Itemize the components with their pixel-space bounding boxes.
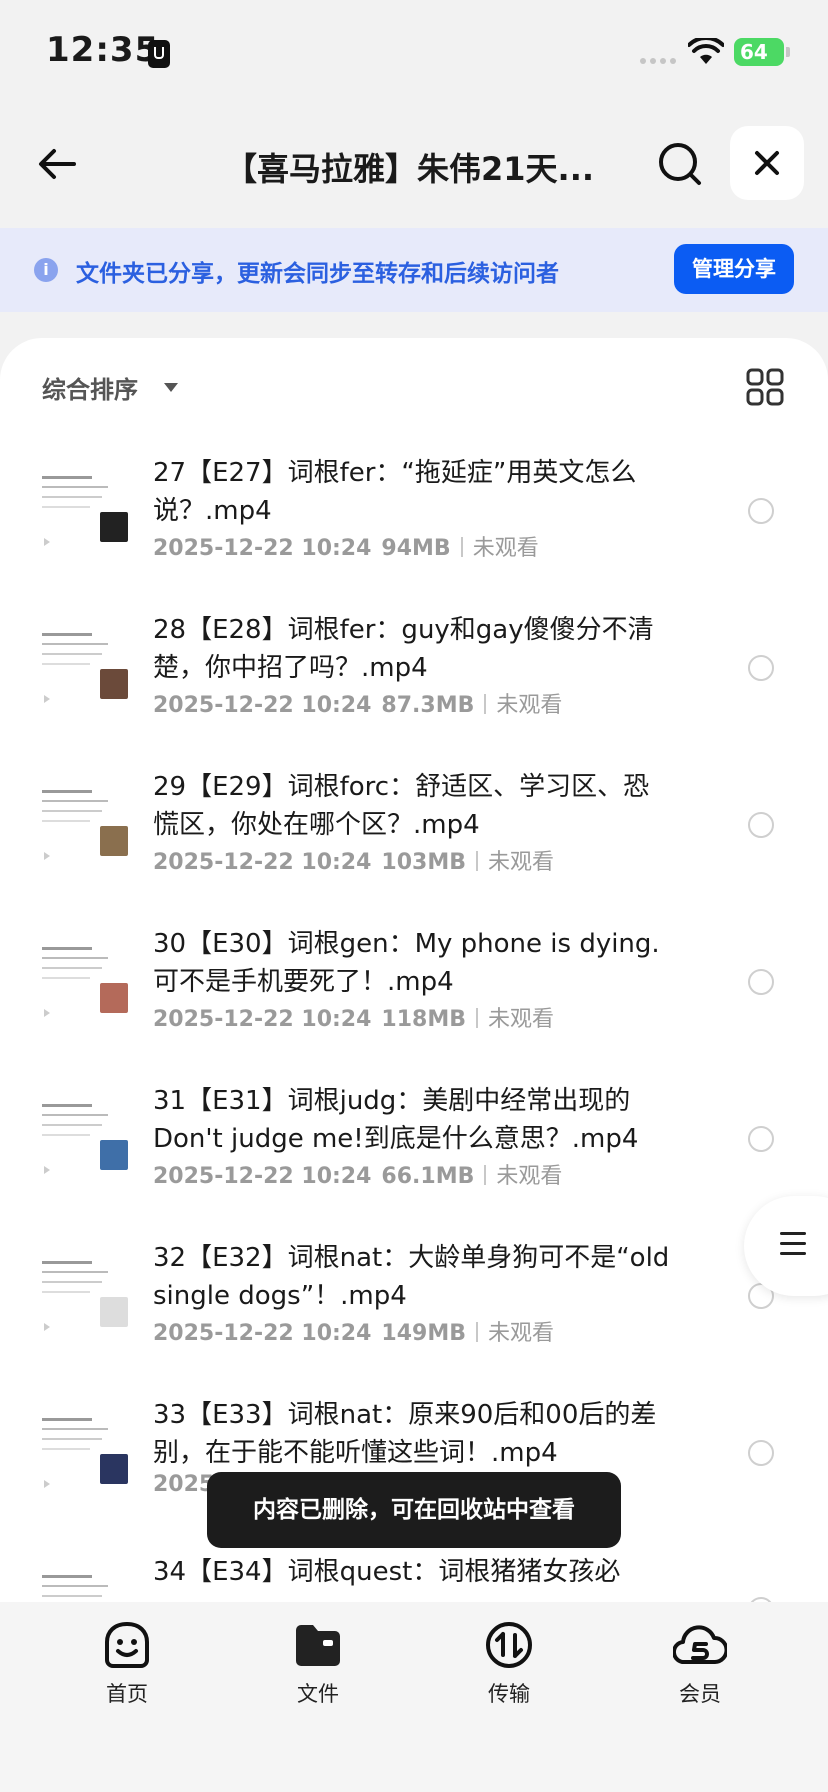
video-thumbnail [42,466,128,554]
select-radio[interactable] [748,812,774,838]
file-row[interactable]: 30【E30】词根gen：My phone is dying.可不是手机要死了！… [0,909,828,1066]
transfer-icon [486,1622,532,1668]
divider [476,1322,479,1342]
search-icon[interactable] [656,140,704,188]
file-meta: 2025-12-22 10:24 118MB 未观看 [153,1001,554,1033]
tab-label: 首页 [106,1682,148,1706]
divider [460,537,463,557]
watch-status: 未观看 [488,850,555,875]
manage-share-button[interactable]: 管理分享 [674,244,794,294]
sort-dropdown[interactable]: 综合排序 [42,370,138,405]
divider [484,694,487,714]
file-name: 29【E29】词根forc：舒适区、学习区、恐慌区，你处在哪个区？.mp4 [153,772,650,840]
file-name: 32【E32】词根nat：大龄单身狗可不是“old single dogs”！.… [153,1243,670,1311]
file-date: 2025-12-22 10:24 [153,1321,372,1346]
watch-status: 未观看 [496,1164,563,1189]
tab-label: 文件 [297,1682,339,1706]
menu-icon [780,1232,806,1256]
caret-down-icon[interactable] [164,383,178,392]
file-name: 33【E33】词根nat：原来90后和00后的差别，在于能不能听懂这些词！.mp… [153,1400,657,1468]
file-size: 66.1MB [381,1164,475,1189]
thumbnail-image [100,512,128,542]
folder-icon [296,1625,340,1666]
file-meta: 2025-12-22 10:24 87.3MB 未观看 [153,687,562,719]
close-icon [755,151,779,175]
select-radio[interactable] [748,655,774,681]
select-radio[interactable] [748,1440,774,1466]
clock: 12:35 [46,30,160,70]
cell-signal-icon [640,58,676,64]
file-meta: 2025-12-22 10:24 149MB 未观看 [153,1315,554,1347]
vip-cloud-icon [673,1625,727,1665]
file-row[interactable]: 31【E31】词根judg：美剧中经常出现的Don't judge me!到底是… [0,1066,828,1223]
watch-status: 未观看 [472,536,539,561]
file-row[interactable]: 27【E27】词根fer：“拖延症”用英文怎么说？.mp4 2025-12-22… [0,438,828,595]
share-notice-text: 文件夹已分享，更新会同步至转存和后续访问者 [76,261,559,287]
file-name: 30【E30】词根gen：My phone is dying.可不是手机要死了！… [153,929,660,997]
file-date: 2025-12-22 10:24 [153,693,372,718]
file-name: 28【E28】词根fer：guy和gay傻傻分不清楚，你中招了吗？.mp4 [153,615,654,683]
share-notice-banner: i 文件夹已分享，更新会同步至转存和后续访问者 管理分享 [0,228,828,312]
thumbnail-image [100,983,128,1013]
tab-files[interactable]: 文件 [258,1620,378,1708]
thumbnail-image [100,1454,128,1484]
video-thumbnail [42,780,128,868]
thumbnail-image [100,1297,128,1327]
file-meta: 2025-12-22 10:24 103MB 未观看 [153,844,554,876]
video-thumbnail [42,937,128,1025]
header: 【喜马拉雅】朱伟21天... [0,100,828,228]
file-name: 27【E27】词根fer：“拖延症”用英文怎么说？.mp4 [153,458,637,526]
file-row[interactable]: 28【E28】词根fer：guy和gay傻傻分不清楚，你中招了吗？.mp4 20… [0,595,828,752]
thumbnail-image [100,826,128,856]
watch-status: 未观看 [488,1321,555,1346]
back-arrow-icon[interactable] [34,140,82,188]
thumbnail-image [100,669,128,699]
select-radio[interactable] [748,969,774,995]
file-meta: 2025-12-22 10:24 94MB 未观看 [153,530,539,562]
tab-vip[interactable]: 会员 [640,1620,760,1708]
watch-status: 未观看 [496,693,563,718]
divider [476,1008,479,1028]
tab-transfer[interactable]: 传输 [449,1620,569,1708]
file-size: 87.3MB [381,693,475,718]
file-date: 2025-12-22 10:24 [153,1007,372,1032]
file-size: 94MB [381,536,451,561]
file-size: 103MB [381,850,467,875]
video-thumbnail [42,623,128,711]
tab-bar: 首页 文件 传输 会员 [0,1602,828,1792]
file-row[interactable]: 29【E29】词根forc：舒适区、学习区、恐慌区，你处在哪个区？.mp4 20… [0,752,828,909]
portrait-lock-icon [148,40,170,68]
divider [476,851,479,871]
file-name: 31【E31】词根judg：美剧中经常出现的Don't judge me!到底是… [153,1086,639,1154]
close-button[interactable] [730,126,804,200]
file-size: 118MB [381,1007,467,1032]
tab-label: 传输 [488,1682,530,1706]
battery-icon: 64 [734,38,790,66]
info-icon: i [34,258,58,282]
select-radio[interactable] [748,1126,774,1152]
video-thumbnail [42,1094,128,1182]
thumbnail-image [100,1140,128,1170]
file-name: 34【E34】词根quest：词根猪猪女孩必 [153,1557,621,1587]
tab-label: 会员 [679,1682,721,1706]
page-title: 【喜马拉雅】朱伟21天... [225,150,595,188]
file-date: 2025-12-22 10:24 [153,850,372,875]
file-date: 2025-12-22 10:24 [153,536,372,561]
file-list-card: 综合排序 27【E27】词根fer：“拖延症”用英文怎么说？.mp4 2025-… [0,338,828,1608]
home-face-icon [105,1621,149,1668]
select-radio[interactable] [748,498,774,524]
tab-home[interactable]: 首页 [67,1620,187,1708]
wifi-icon [688,38,724,64]
watch-status: 未观看 [488,1007,555,1032]
status-bar: 12:35 64 [0,0,828,100]
file-date: 2025-12-22 10:24 [153,1164,372,1189]
video-thumbnail [42,1408,128,1496]
grid-view-icon[interactable] [746,368,784,406]
file-meta: 2025-12-22 10:24 66.1MB 未观看 [153,1158,562,1190]
divider [484,1165,487,1185]
file-size: 149MB [381,1321,467,1346]
file-row[interactable]: 32【E32】词根nat：大龄单身狗可不是“old single dogs”！.… [0,1223,828,1380]
toast-message: 内容已删除，可在回收站中查看 [207,1472,621,1548]
video-thumbnail [42,1251,128,1339]
